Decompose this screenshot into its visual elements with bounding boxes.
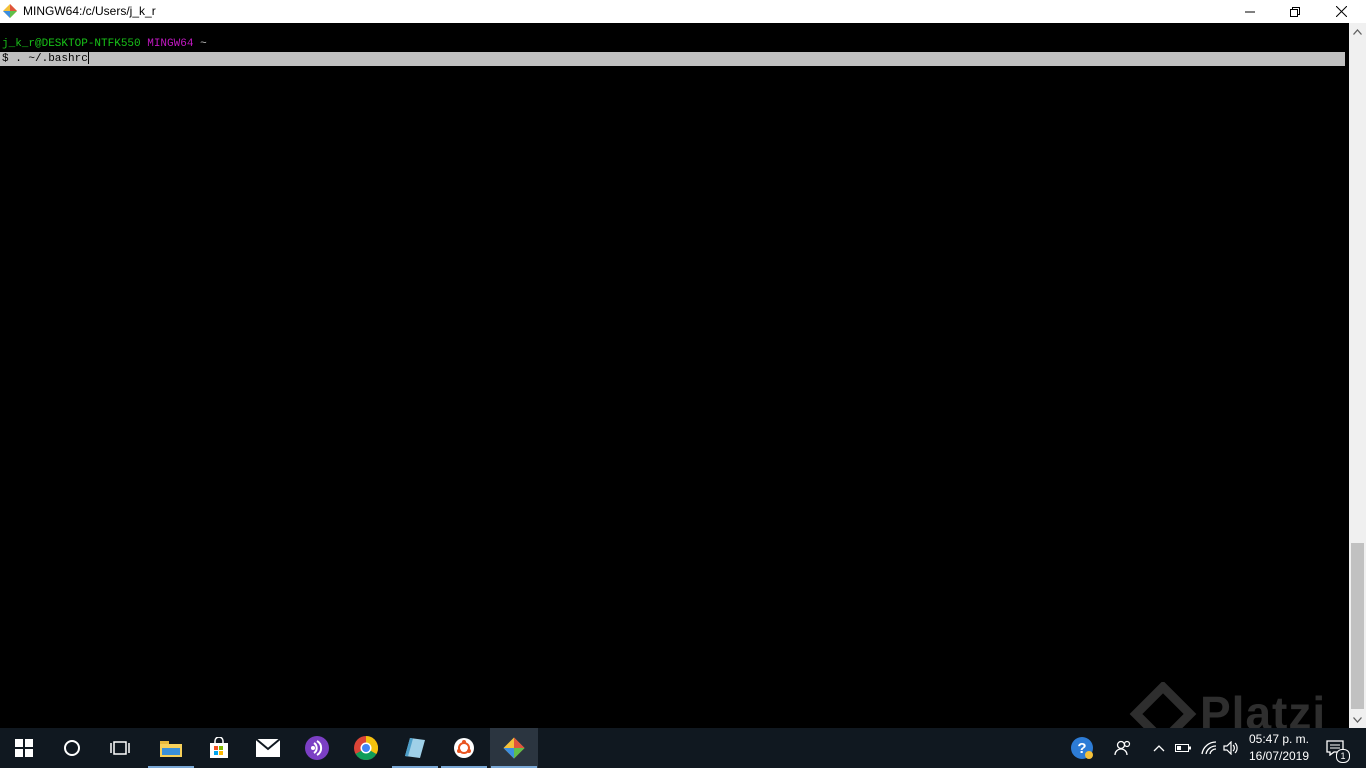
window-titlebar[interactable]: MINGW64:/c/Users/j_k_r	[0, 0, 1366, 23]
mail-button[interactable]	[244, 728, 292, 768]
folder-icon	[160, 741, 182, 757]
podcast-app-button[interactable]	[293, 728, 341, 768]
clock-time: 05:47 p. m.	[1248, 732, 1310, 746]
notebook-icon	[405, 738, 425, 758]
microsoft-store-button[interactable]	[195, 728, 243, 768]
prompt-system: MINGW64	[147, 38, 194, 50]
restore-icon	[1290, 6, 1300, 17]
battery-tray-button[interactable]	[1172, 728, 1194, 768]
volume-tray-button[interactable]	[1220, 728, 1242, 768]
speaker-icon	[1223, 741, 1238, 755]
ubuntu-button[interactable]	[440, 728, 488, 768]
platzi-watermark: Platzi	[1128, 680, 1348, 728]
notification-count-badge: 1	[1336, 749, 1350, 763]
command-text: $ . ~/.bashrc	[2, 52, 88, 65]
text-cursor	[87, 52, 89, 64]
terminal-console[interactable]: j_k_r@DESKTOP-NTFK550 MINGW64 ~ $ . ~/.b…	[0, 23, 1349, 728]
prompt-user-host: j_k_r@DESKTOP-NTFK550	[2, 38, 141, 50]
chrome-button[interactable]	[342, 728, 390, 768]
ubuntu-icon	[454, 738, 474, 758]
close-button[interactable]	[1318, 0, 1364, 23]
battery-icon	[1175, 744, 1191, 752]
clock-date: 16/07/2019	[1248, 749, 1310, 763]
git-bash-button[interactable]	[490, 728, 538, 768]
people-icon	[1114, 740, 1131, 756]
window-title: MINGW64:/c/Users/j_k_r	[23, 4, 156, 18]
file-explorer-button[interactable]	[147, 728, 195, 768]
windows-taskbar: ? 05:47 p. m. 16/07/2019 1	[0, 728, 1366, 768]
git-icon	[503, 737, 525, 759]
envelope-icon	[256, 739, 280, 757]
windows-logo-icon	[15, 739, 33, 757]
chrome-icon	[354, 736, 378, 760]
start-button[interactable]	[0, 728, 48, 768]
help-icon: ?	[1071, 737, 1093, 759]
help-tray-button[interactable]: ?	[1068, 728, 1096, 768]
show-hidden-icons-button[interactable]	[1148, 728, 1170, 768]
restore-button[interactable]	[1272, 0, 1318, 23]
prompt-path: ~	[200, 38, 207, 50]
search-circle-icon	[64, 740, 80, 756]
chevron-down-icon	[1353, 716, 1362, 723]
task-view-button[interactable]	[96, 728, 144, 768]
minimize-button[interactable]	[1227, 0, 1273, 23]
notebook-app-button[interactable]	[391, 728, 439, 768]
podcast-icon	[305, 736, 329, 760]
network-tray-button[interactable]	[1198, 728, 1220, 768]
taskbar-clock[interactable]: 05:47 p. m. 16/07/2019	[1244, 731, 1314, 765]
people-tray-button[interactable]	[1110, 728, 1136, 768]
minimize-icon	[1245, 11, 1255, 12]
watermark-text: Platzi	[1200, 687, 1327, 728]
terminal-scrollbar[interactable]	[1349, 23, 1366, 728]
prompt-line: j_k_r@DESKTOP-NTFK550 MINGW64 ~	[2, 38, 207, 51]
store-bag-icon	[210, 737, 228, 758]
chevron-up-icon	[1153, 745, 1165, 752]
scroll-thumb[interactable]	[1351, 543, 1364, 709]
git-bash-app-icon	[3, 4, 17, 18]
wifi-icon	[1201, 741, 1217, 755]
platzi-logo-icon	[1129, 682, 1197, 728]
scroll-up-button[interactable]	[1349, 23, 1366, 40]
scroll-down-button[interactable]	[1349, 711, 1366, 728]
task-view-icon	[110, 741, 130, 755]
command-line-selected[interactable]: $ . ~/.bashrc	[0, 52, 1345, 66]
cortana-button[interactable]	[48, 728, 96, 768]
chevron-up-icon	[1353, 28, 1362, 35]
close-icon	[1335, 6, 1347, 17]
